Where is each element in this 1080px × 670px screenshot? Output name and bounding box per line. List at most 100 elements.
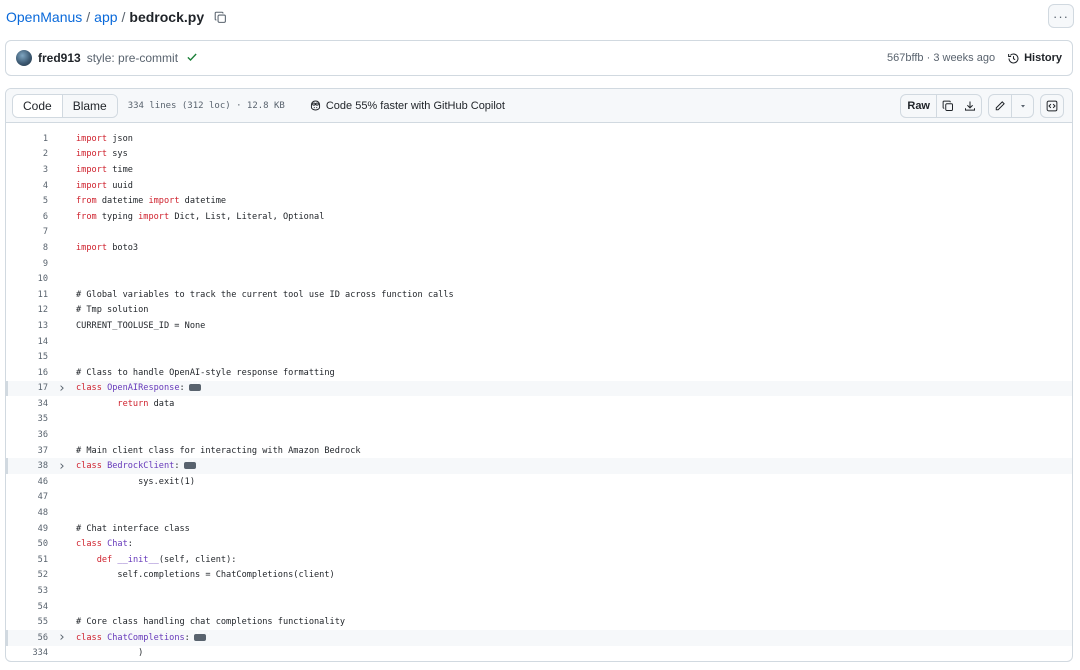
chevron-right-icon[interactable]: ›	[48, 459, 76, 474]
line-number[interactable]: 8	[6, 243, 48, 253]
line-number[interactable]: 11	[6, 290, 48, 300]
line-number[interactable]: 36	[6, 430, 48, 440]
code-line[interactable]: 55 # Core class handling chat completions…	[6, 614, 1072, 630]
code-line[interactable]: 13 CURRENT_TOOLUSE_ID = None	[6, 318, 1072, 334]
line-number[interactable]: 2	[6, 149, 48, 159]
code-line[interactable]: 3 import time	[6, 162, 1072, 178]
code-line[interactable]: 47	[6, 490, 1072, 506]
line-number[interactable]: 12	[6, 305, 48, 315]
history-button[interactable]: History	[1007, 52, 1062, 65]
code-line[interactable]: 56 › class ChatCompletions:	[6, 629, 1072, 646]
code-line[interactable]: 51 def __init__(self, client):	[6, 552, 1072, 568]
code-line[interactable]: 52 self.completions = ChatCompletions(cl…	[6, 568, 1072, 584]
line-number[interactable]: 47	[6, 492, 48, 502]
code-line[interactable]: 38 › class BedrockClient:	[6, 457, 1072, 475]
code-line[interactable]: 5 from datetime import datetime	[6, 193, 1072, 209]
line-number[interactable]: 54	[6, 602, 48, 612]
edit-button[interactable]	[989, 95, 1011, 117]
author-avatar[interactable]	[16, 50, 32, 66]
code-line[interactable]: 10	[6, 271, 1072, 287]
code-view[interactable]: 1 import json 2 import sys 3 import time 4 impo…	[6, 123, 1072, 661]
code-line[interactable]: 12 # Tmp solution	[6, 303, 1072, 319]
folded-ellipsis-icon[interactable]	[183, 457, 201, 470]
code-line[interactable]: 16 # Class to handle OpenAI-style respons…	[6, 365, 1072, 381]
line-number[interactable]: 6	[6, 212, 48, 222]
line-number[interactable]: 16	[6, 368, 48, 378]
line-number[interactable]: 13	[6, 321, 48, 331]
line-number[interactable]: 17	[6, 383, 48, 393]
code-line[interactable]: 6 from typing import Dict, List, Literal,…	[6, 209, 1072, 225]
edit-dropdown-button[interactable]	[1011, 94, 1033, 117]
line-number[interactable]: 48	[6, 508, 48, 518]
line-number[interactable]: 51	[6, 555, 48, 565]
check-icon[interactable]	[186, 51, 198, 66]
commit-hash-time[interactable]: 567bffb · 3 weeks ago	[887, 52, 995, 64]
code-line[interactable]: 4 import uuid	[6, 178, 1072, 194]
breadcrumb-folder-link[interactable]: app	[94, 9, 117, 25]
line-number[interactable]: 15	[6, 352, 48, 362]
tab-blame[interactable]: Blame	[62, 94, 117, 117]
line-number[interactable]: 7	[6, 227, 48, 237]
kebab-horizontal-icon: ···	[1053, 8, 1069, 24]
line-number[interactable]: 5	[6, 196, 48, 206]
code-line[interactable]: 36	[6, 427, 1072, 443]
code-line[interactable]: 14	[6, 334, 1072, 350]
line-number[interactable]: 35	[6, 414, 48, 424]
file-info: 334 lines (312 loc) · 12.8 KB	[127, 100, 285, 111]
download-button[interactable]	[959, 95, 981, 117]
code-line[interactable]: 15	[6, 349, 1072, 365]
code-line[interactable]: 35	[6, 412, 1072, 428]
code-line[interactable]: 46 sys.exit(1)	[6, 474, 1072, 490]
code-line[interactable]: 11 # Global variables to track the curren…	[6, 287, 1072, 303]
line-number[interactable]: 334	[6, 648, 48, 658]
folded-ellipsis-icon[interactable]	[188, 379, 206, 392]
line-number[interactable]: 1	[6, 134, 48, 144]
code-line[interactable]: 334 )	[6, 646, 1072, 661]
line-number[interactable]: 3	[6, 165, 48, 175]
commit-message[interactable]: style: pre-commit	[87, 51, 178, 65]
code-line[interactable]: 50 class Chat:	[6, 536, 1072, 552]
line-number[interactable]: 50	[6, 539, 48, 549]
copy-raw-button[interactable]	[937, 95, 959, 117]
code-line[interactable]: 53	[6, 583, 1072, 599]
line-number[interactable]: 46	[6, 477, 48, 487]
code-line[interactable]: 17 › class OpenAIResponse:	[6, 379, 1072, 397]
code-text: import json	[76, 133, 133, 144]
symbols-panel-button[interactable]	[1040, 93, 1064, 118]
chevron-right-icon[interactable]: ›	[48, 381, 76, 396]
code-text: class Chat:	[76, 539, 133, 550]
line-number[interactable]: 38	[6, 461, 48, 471]
folded-ellipsis-icon[interactable]	[193, 629, 211, 641]
copilot-promo-link[interactable]: Code 55% faster with GitHub Copilot	[309, 99, 505, 112]
breadcrumb-repo-link[interactable]: OpenManus	[6, 9, 82, 25]
code-line[interactable]: 9	[6, 256, 1072, 272]
line-number[interactable]: 53	[6, 586, 48, 596]
line-number[interactable]: 56	[6, 633, 48, 643]
line-number[interactable]: 14	[6, 337, 48, 347]
line-number[interactable]: 55	[6, 617, 48, 627]
line-number[interactable]: 34	[6, 399, 48, 409]
raw-button[interactable]: Raw	[901, 94, 937, 117]
code-line[interactable]: 48	[6, 505, 1072, 521]
line-number[interactable]: 10	[6, 274, 48, 284]
chevron-right-icon[interactable]: ›	[48, 630, 76, 645]
code-line[interactable]: 34 return data	[6, 396, 1072, 412]
code-line[interactable]: 54	[6, 599, 1072, 615]
tab-code[interactable]: Code	[13, 94, 63, 117]
code-line[interactable]: 8 import boto3	[6, 240, 1072, 256]
view-mode-toggle: Code Blame	[12, 93, 118, 118]
line-number[interactable]: 4	[6, 181, 48, 191]
code-line[interactable]: 37 # Main client class for interacting wi…	[6, 443, 1072, 459]
latest-commit-bar: fred913 style: pre-commit 567bffb · 3 we…	[5, 40, 1073, 76]
line-number[interactable]: 37	[6, 446, 48, 456]
code-line[interactable]: 2 import sys	[6, 147, 1072, 163]
more-options-button[interactable]: ···	[1048, 4, 1074, 28]
commit-author[interactable]: fred913	[38, 51, 81, 65]
code-line[interactable]: 49 # Chat interface class	[6, 521, 1072, 537]
code-line[interactable]: 7	[6, 225, 1072, 241]
code-line[interactable]: 1 import json	[6, 131, 1072, 147]
line-number[interactable]: 52	[6, 570, 48, 580]
line-number[interactable]: 9	[6, 259, 48, 269]
line-number[interactable]: 49	[6, 524, 48, 534]
copy-path-icon[interactable]	[212, 9, 228, 25]
